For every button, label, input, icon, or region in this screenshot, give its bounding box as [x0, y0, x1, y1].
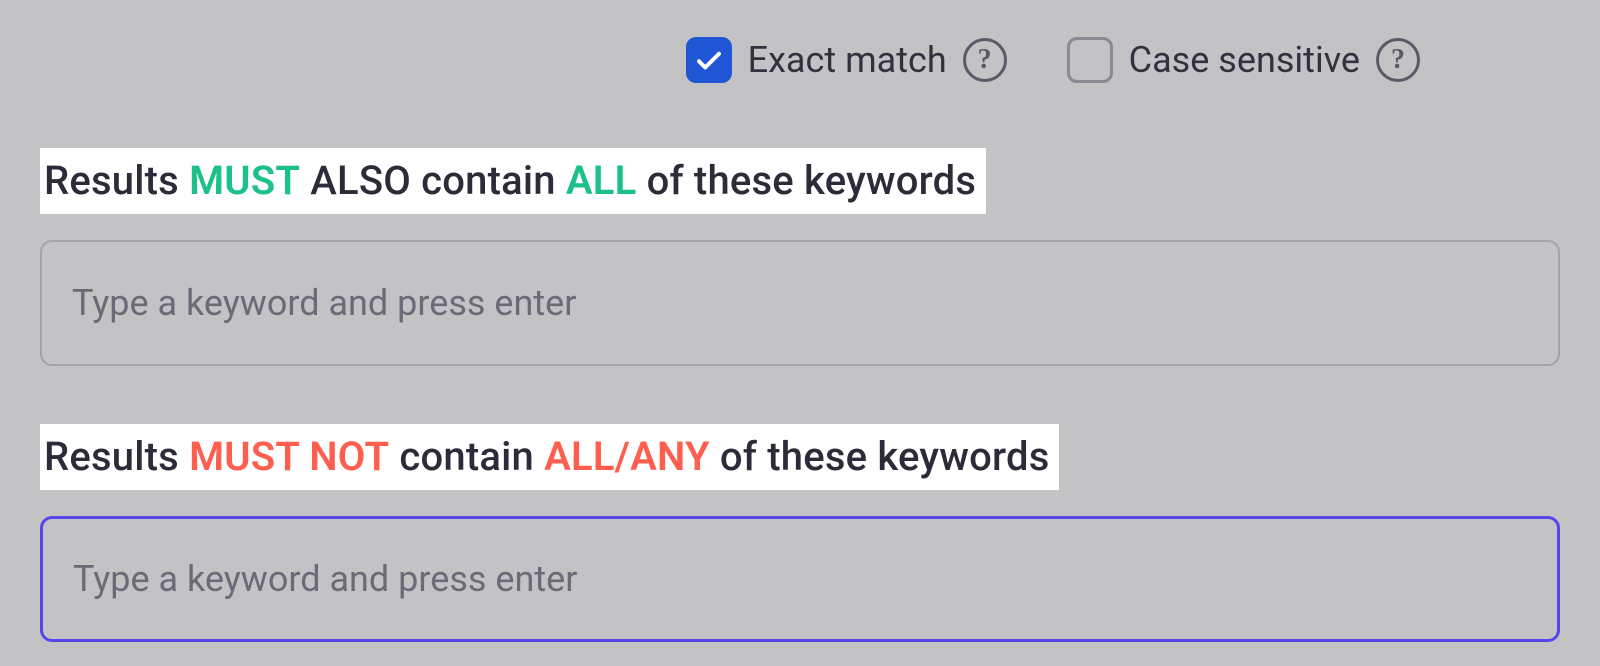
must-not-contain-heading: Results MUST NOT contain ALL/ANY of thes… [40, 424, 1059, 490]
heading-text: of these keywords [710, 433, 1050, 480]
exact-match-checkbox[interactable] [686, 37, 732, 83]
heading-text: contain [389, 433, 544, 480]
exact-match-help-icon[interactable]: ? [963, 38, 1007, 82]
case-sensitive-checkbox[interactable] [1067, 37, 1113, 83]
checkmark-icon [694, 45, 724, 75]
heading-emphasis-all-any: ALL/ANY [544, 433, 710, 480]
heading-text: Results [44, 157, 189, 204]
heading-text: ALSO contain [300, 157, 566, 204]
must-contain-section: Results MUST ALSO contain ALL of these k… [40, 148, 1560, 366]
must-not-contain-input[interactable] [73, 558, 1527, 600]
must-contain-input[interactable] [72, 282, 1528, 324]
heading-emphasis-must: MUST [189, 157, 300, 204]
must-contain-input-box[interactable] [40, 240, 1560, 366]
exact-match-option: Exact match ? [686, 37, 1007, 83]
match-options-row: Exact match ? Case sensitive ? [40, 30, 1560, 90]
exact-match-label: Exact match [748, 39, 947, 81]
keyword-filter-panel: Exact match ? Case sensitive ? Results M… [0, 0, 1600, 666]
must-contain-heading: Results MUST ALSO contain ALL of these k… [40, 148, 986, 214]
heading-text: of these keywords [636, 157, 976, 204]
must-not-contain-section: Results MUST NOT contain ALL/ANY of thes… [40, 424, 1560, 642]
heading-emphasis-all: ALL [566, 157, 637, 204]
case-sensitive-option: Case sensitive ? [1067, 37, 1420, 83]
case-sensitive-help-icon[interactable]: ? [1376, 38, 1420, 82]
case-sensitive-label: Case sensitive [1129, 39, 1360, 81]
must-not-contain-input-box[interactable] [40, 516, 1560, 642]
heading-text: Results [44, 433, 189, 480]
heading-emphasis-must-not: MUST NOT [189, 433, 389, 480]
